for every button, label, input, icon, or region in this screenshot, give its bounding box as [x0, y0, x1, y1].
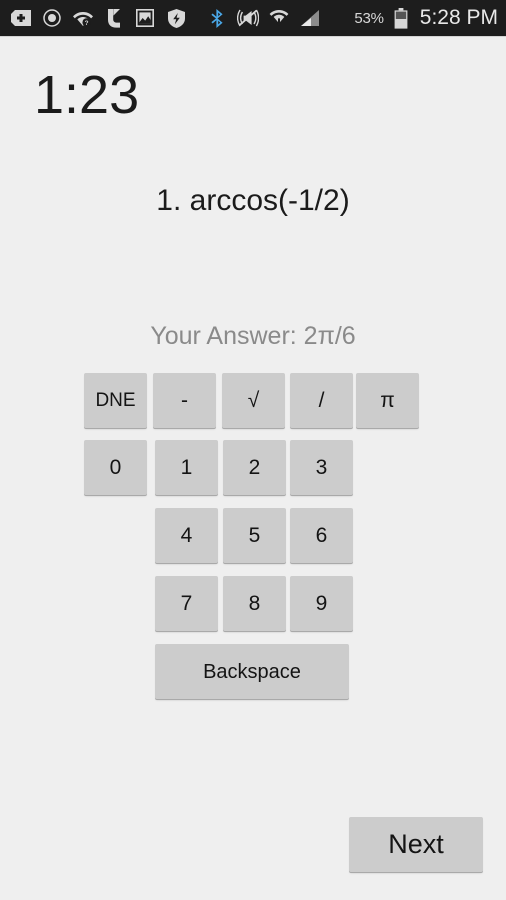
key-6[interactable]: 6 — [290, 508, 353, 563]
vibrate-mute-icon — [237, 7, 259, 29]
answer-keypad: DNE - √ / π 0 1 2 3 4 5 6 7 8 9 Backspac… — [0, 373, 506, 703]
key-pi[interactable]: π — [356, 373, 419, 428]
key-9[interactable]: 9 — [290, 576, 353, 631]
wifi-transfer-icon — [268, 7, 290, 29]
next-button[interactable]: Next — [349, 817, 483, 872]
status-bar-right: 53% 5:28 PM — [350, 6, 498, 30]
security-shield-icon — [165, 7, 187, 29]
key-minus[interactable]: - — [153, 373, 216, 428]
your-answer-label: Your Answer: 2π/6 — [150, 322, 356, 350]
status-bar-divider — [0, 36, 506, 37]
status-bar-left-icons: ? — [10, 7, 350, 29]
key-5[interactable]: 5 — [223, 508, 286, 563]
key-0[interactable]: 0 — [84, 440, 147, 495]
countdown-timer: 1:23 — [34, 65, 140, 125]
key-2[interactable]: 2 — [223, 440, 286, 495]
sd-card-plus-icon — [10, 7, 32, 29]
question-text: 1. arccos(-1/2) — [156, 184, 350, 217]
recording-circle-icon — [41, 7, 63, 29]
key-4[interactable]: 4 — [155, 508, 218, 563]
status-bar: ? 53% 5:28 PM — [0, 0, 506, 36]
svg-text:?: ? — [85, 20, 89, 27]
key-1[interactable]: 1 — [155, 440, 218, 495]
wifi-question-icon: ? — [72, 7, 94, 29]
battery-icon — [390, 7, 412, 29]
backspace-button[interactable]: Backspace — [155, 644, 349, 699]
key-sqrt[interactable]: √ — [222, 373, 285, 428]
cellular-signal-icon — [299, 7, 321, 29]
screenshot-image-icon — [134, 7, 156, 29]
key-8[interactable]: 8 — [223, 576, 286, 631]
key-dne[interactable]: DNE — [84, 373, 147, 428]
status-bar-clock: 5:28 PM — [419, 6, 498, 29]
key-3[interactable]: 3 — [290, 440, 353, 495]
key-7[interactable]: 7 — [155, 576, 218, 631]
battery-percent-label: 53% — [354, 9, 384, 27]
tango-call-icon — [103, 7, 125, 29]
key-divide[interactable]: / — [290, 373, 353, 428]
bluetooth-icon — [206, 7, 228, 29]
